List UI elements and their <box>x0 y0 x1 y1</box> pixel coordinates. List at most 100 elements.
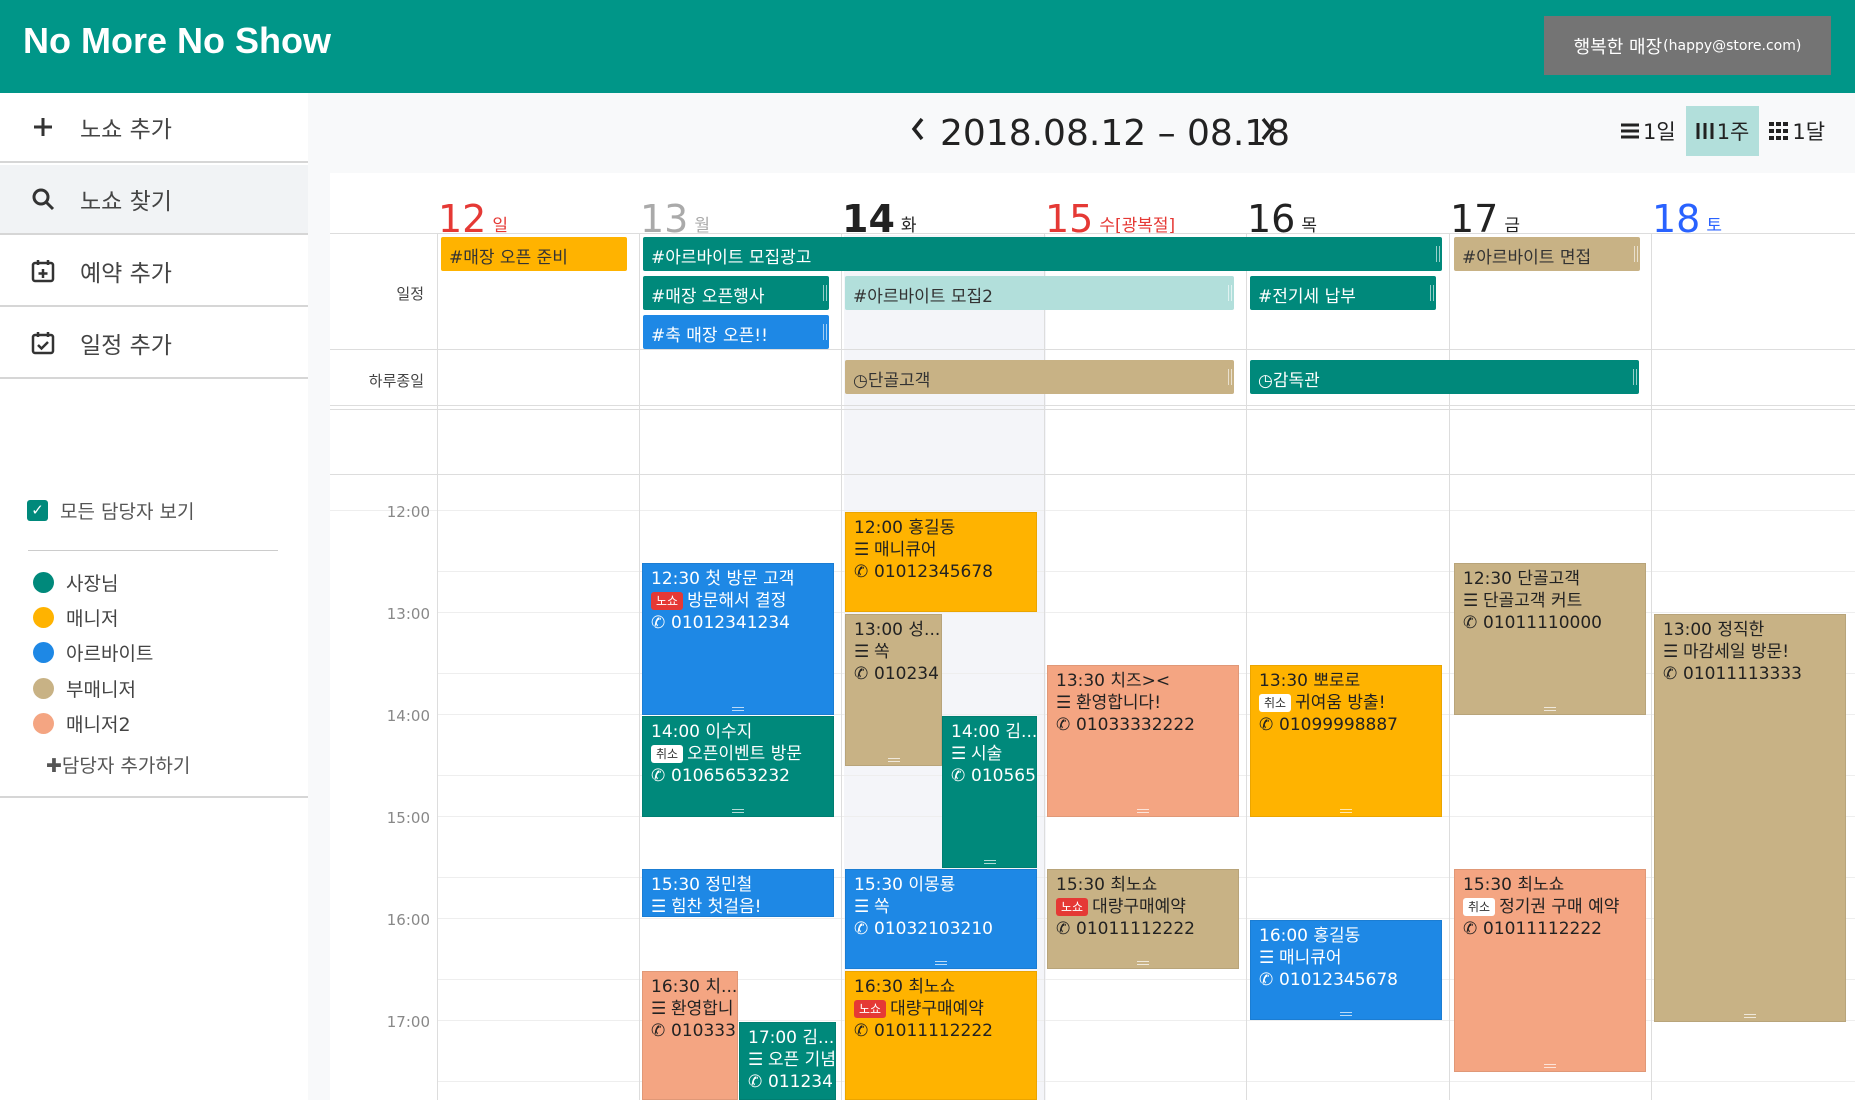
schedule-bar[interactable]: #아르바이트 모집광고 <box>643 237 1442 271</box>
resize-handle[interactable] <box>1340 1012 1352 1016</box>
day-header-17[interactable]: 17 금 <box>1450 178 1520 238</box>
resize-handle[interactable] <box>1137 961 1149 965</box>
event-card[interactable]: 15:30 정민철 ☰ 힘찬 첫걸음! <box>642 869 834 917</box>
next-week-button[interactable] <box>1259 112 1275 150</box>
event-card[interactable]: 12:30 단골고객 ☰ 단골고객 커트 ✆ 01011110000 <box>1454 563 1646 715</box>
schedule-row-label: 일정 <box>396 285 424 303</box>
add-reservation-button[interactable]: 예약 추가 <box>0 237 308 307</box>
day-header-12[interactable]: 12 일 <box>438 178 508 238</box>
event-card[interactable]: 16:30 최노쇼 노쇼 대량구매예약 ✆ 01011112222 <box>845 971 1037 1100</box>
schedule-bar-text: #매장 오픈 준비 <box>449 248 568 268</box>
resize-handle[interactable] <box>1228 369 1232 385</box>
chevron-right-icon <box>1261 117 1274 141</box>
staff-name: 부매니저 <box>66 679 136 701</box>
event-title: 정직한 <box>1717 620 1765 640</box>
clock-icon: ◷ <box>1258 371 1273 391</box>
schedule-bar[interactable]: #매장 오픈행사 <box>643 276 829 310</box>
resize-handle[interactable] <box>732 809 744 813</box>
view-day-button[interactable]: 1일 <box>1610 106 1686 156</box>
resize-handle[interactable] <box>983 860 996 864</box>
view-month-button[interactable]: 1달 <box>1759 106 1835 156</box>
event-card[interactable]: 13:00 성... ☰ 쏙 ✆ 010234 <box>845 614 942 766</box>
staff-item-manager2[interactable]: 매니저2 <box>33 710 131 737</box>
add-noshow-button[interactable]: 노쇼 추가 <box>0 93 308 163</box>
add-staff-button[interactable]: ✚담당자 추가하기 <box>46 751 190 778</box>
event-card[interactable]: 12:00 홍길동 ☰ 매니큐어 ✆ 01012345678 <box>845 512 1037 612</box>
add-schedule-button[interactable]: 일정 추가 <box>0 309 308 379</box>
event-card[interactable]: 15:30 이몽룡 ☰ 쏙 ✆ 01032103210 <box>845 869 1037 969</box>
event-card[interactable]: 14:00 김... ☰ 시술 ✆ 010565 <box>942 716 1037 868</box>
event-card[interactable]: 13:30 뽀로로 취소 귀여움 방출! ✆ 01099998887 <box>1250 665 1442 817</box>
event-card[interactable]: 16:00 홍길동 ☰ 매니큐어 ✆ 01012345678 <box>1250 920 1442 1020</box>
event-title: 이수지 <box>705 722 753 742</box>
event-phone: 01033332222 <box>1076 715 1195 735</box>
event-card[interactable]: 12:30 첫 방문 고객 노쇼 방문해서 결정 ✆ 01012341234 <box>642 563 834 715</box>
day-header-16[interactable]: 16 목 <box>1247 178 1317 238</box>
list-icon: ☰ <box>651 999 667 1019</box>
resize-handle[interactable] <box>823 324 827 340</box>
day-header-15[interactable]: 15 수[광복절] <box>1045 178 1175 238</box>
resize-handle[interactable] <box>1633 369 1637 385</box>
day-header-13[interactable]: 13 월 <box>640 178 710 238</box>
prev-week-button[interactable] <box>910 112 926 150</box>
resize-handle[interactable] <box>1544 707 1556 711</box>
resize-handle[interactable] <box>1340 809 1352 813</box>
schedule-bar[interactable]: #아르바이트 모집2 <box>845 276 1234 310</box>
staff-item-submanager[interactable]: 부매니저 <box>33 675 136 702</box>
grid-line <box>437 233 438 1100</box>
date-range-title: 2018.08.12 – 08.18 <box>940 113 1291 154</box>
schedule-bar[interactable]: #아르바이트 면접 <box>1454 237 1640 271</box>
schedule-bar[interactable]: #축 매장 오픈!! <box>643 315 829 349</box>
allday-bar[interactable]: ◷단골고객 <box>845 360 1234 394</box>
event-phone: 010333 <box>671 1021 736 1041</box>
event-card[interactable]: 16:30 치... ☰ 환영합니 ✆ 010333 <box>642 971 738 1100</box>
add-staff-label: 담당자 추가하기 <box>61 755 191 777</box>
resize-handle[interactable] <box>1634 246 1638 262</box>
add-noshow-label: 노쇼 추가 <box>80 117 172 143</box>
find-noshow-button[interactable]: 노쇼 찾기 <box>0 165 308 235</box>
view-week-button[interactable]: 1주 <box>1685 106 1760 156</box>
resize-handle[interactable] <box>1430 285 1434 301</box>
add-schedule-label: 일정 추가 <box>80 333 172 359</box>
allday-bar[interactable]: ◷감독관 <box>1250 360 1639 394</box>
phone-icon: ✆ <box>854 919 869 939</box>
event-card[interactable]: 13:30 치즈>< ☰ 환영합니다! ✆ 01033332222 <box>1047 665 1239 817</box>
grid-line <box>639 233 640 1100</box>
resize-handle[interactable] <box>1744 1014 1756 1018</box>
resize-handle[interactable] <box>887 758 900 762</box>
staff-item-owner[interactable]: 사장님 <box>33 569 118 596</box>
staff-item-manager[interactable]: 매니저 <box>33 604 118 631</box>
resize-handle[interactable] <box>732 707 744 711</box>
view-week-label: 1주 <box>1716 120 1750 144</box>
event-time: 13:00 <box>1663 620 1712 640</box>
event-time: 15:30 <box>854 875 903 895</box>
event-time: 14:00 <box>651 722 700 742</box>
event-card[interactable]: 14:00 이수지 취소 오픈이벤트 방문 ✆ 01065653232 <box>642 716 834 817</box>
time-label: 12:00 <box>386 503 430 521</box>
user-account-button[interactable]: 행복한 매장 (happy@store.com) <box>1544 16 1831 75</box>
resize-handle[interactable] <box>1436 246 1440 262</box>
event-title: 홍길동 <box>1313 926 1361 946</box>
show-all-staff-checkbox[interactable]: ✓ 모든 담당자 보기 <box>27 497 194 524</box>
day-header-14[interactable]: 14 화 <box>842 178 917 238</box>
checkbox-checked-icon: ✓ <box>27 500 48 521</box>
event-memo: 방문해서 결정 <box>687 591 787 611</box>
event-card[interactable]: 17:00 김... ☰ 오픈 기념 ✆ 011234 <box>739 1022 836 1100</box>
event-card[interactable]: 15:30 최노쇼 노쇼 대량구매예약 ✆ 01011112222 <box>1047 869 1239 969</box>
event-time: 16:30 <box>651 977 700 997</box>
event-card[interactable]: 13:00 정직한 ☰ 마감세일 방문! ✆ 01011113333 <box>1654 614 1846 1022</box>
event-card[interactable]: 15:30 최노쇼 취소 정기권 구매 예약 ✆ 01011112222 <box>1454 869 1646 1072</box>
schedule-bar[interactable]: #전기세 납부 <box>1250 276 1436 310</box>
phone-icon: ✆ <box>651 613 666 633</box>
resize-handle[interactable] <box>935 961 947 965</box>
event-phone: 01011110000 <box>1483 613 1602 633</box>
staff-item-parttime[interactable]: 아르바이트 <box>33 639 153 666</box>
resize-handle[interactable] <box>1137 809 1149 813</box>
day-header-18[interactable]: 18 토 <box>1652 178 1722 238</box>
schedule-bar[interactable]: #매장 오픈 준비 <box>441 237 627 271</box>
resize-handle[interactable] <box>1228 285 1232 301</box>
app-logo[interactable]: No More No Show <box>23 20 331 62</box>
resize-handle[interactable] <box>1544 1064 1556 1068</box>
calendar-plus-icon <box>22 250 64 292</box>
resize-handle[interactable] <box>823 285 827 301</box>
